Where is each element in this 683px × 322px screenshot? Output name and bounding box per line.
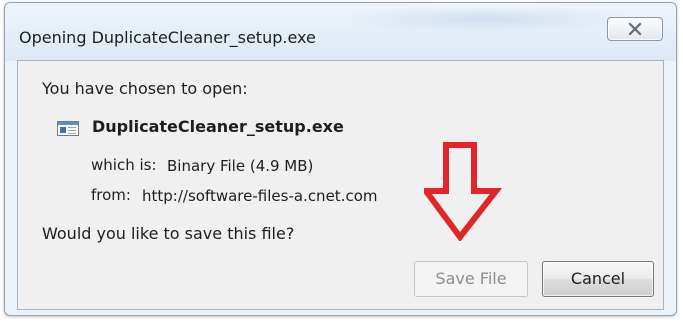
which-is-label: which is: bbox=[91, 156, 157, 174]
cancel-button[interactable]: Cancel bbox=[542, 261, 654, 297]
file-type-value: Binary File (4.9 MB) bbox=[167, 157, 314, 175]
dialog-body: You have chosen to open: DuplicateCleane… bbox=[17, 60, 664, 310]
title-bar: Opening DuplicateCleaner_setup.exe bbox=[5, 3, 676, 61]
file-name: DuplicateCleaner_setup.exe bbox=[92, 117, 344, 136]
exe-file-icon bbox=[57, 121, 79, 136]
close-icon bbox=[628, 23, 642, 35]
intro-text: You have chosen to open: bbox=[42, 79, 248, 98]
from-label: from: bbox=[91, 186, 131, 204]
down-arrow-icon bbox=[424, 142, 503, 241]
save-file-button[interactable]: Save File bbox=[414, 261, 528, 297]
dialog-title: Opening DuplicateCleaner_setup.exe bbox=[19, 28, 316, 47]
save-question: Would you like to save this file? bbox=[42, 224, 295, 243]
source-url-value: http://software-files-a.cnet.com bbox=[142, 187, 378, 205]
download-dialog: Opening DuplicateCleaner_setup.exe You h… bbox=[4, 2, 677, 316]
close-button[interactable] bbox=[607, 17, 663, 41]
